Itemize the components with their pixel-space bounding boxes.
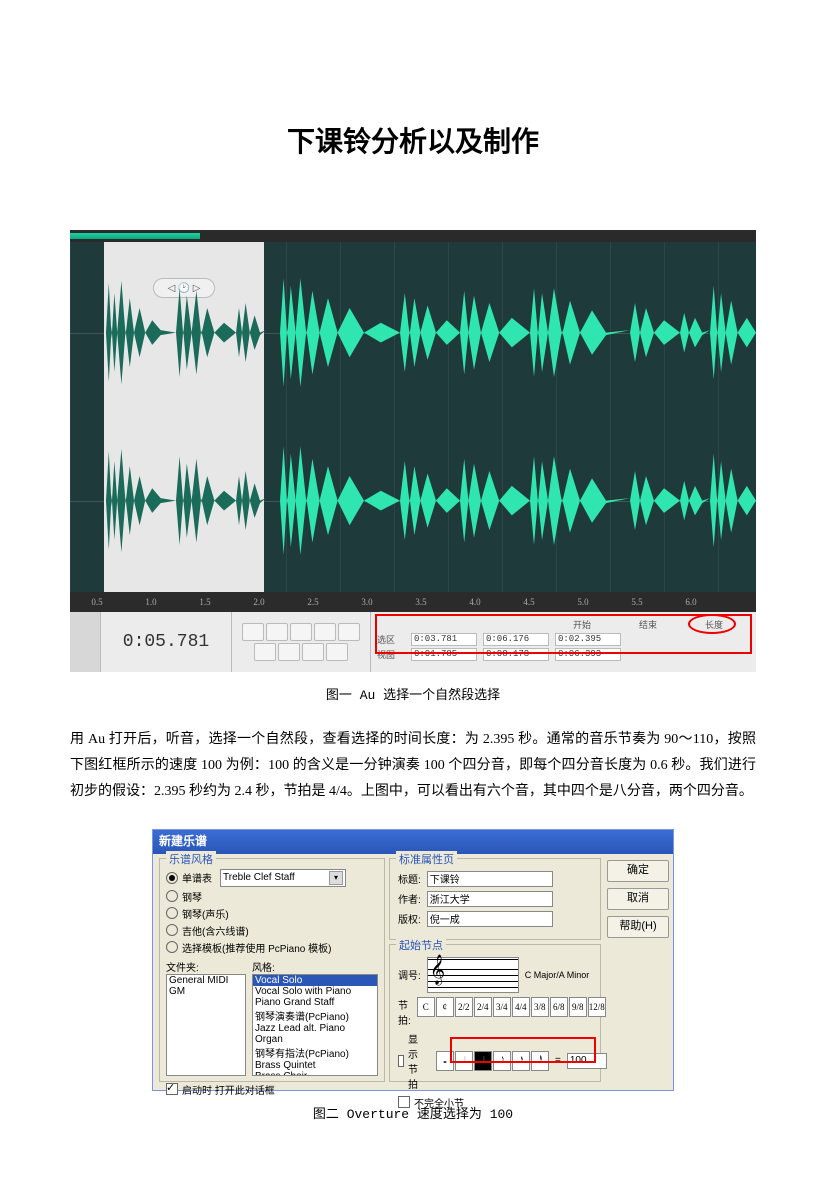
input-author[interactable] <box>427 891 553 907</box>
radio-single-staff-label: 单谱表 <box>182 870 212 885</box>
document-title: 下课铃分析以及制作 <box>70 120 756 160</box>
fig2-red-box <box>450 1037 596 1063</box>
fig1-time-ruler: 0.51.0 1.52.0 2.53.0 3.54.0 4.55.0 5.56.… <box>70 592 756 612</box>
group-key-time-label: 起始节点 <box>396 937 446 953</box>
group-key-time: 起始节点 调号: C Major/A Minor 节拍: C ¢ 2/2 2/4… <box>389 944 601 1082</box>
timesig-option[interactable]: 2/4 <box>474 997 492 1017</box>
fig1-red-circle <box>688 614 736 634</box>
group-score-style: 乐谱风格 单谱表 Treble Clef Staff▾ 钢琴 钢琴(声乐) 吉他… <box>159 858 385 1082</box>
timesig-option[interactable]: ¢ <box>436 997 454 1017</box>
fig1-panel-tab[interactable] <box>70 612 101 672</box>
group-attributes-label: 标准属性页 <box>396 851 457 867</box>
dialog-button-column: 确定 取消 帮助(H) <box>607 860 667 944</box>
group-attributes: 标准属性页 标题: 作者: 版权: <box>389 858 601 940</box>
fig1-selection-panel: 开始 结束 长度 选区 0:03.781 0:06.176 0:02.395 视… <box>371 612 756 672</box>
rewind-button[interactable] <box>254 643 276 661</box>
input-copyright[interactable] <box>427 911 553 927</box>
paragraph-1: 用 Au 打开后，听音，选择一个自然段，查看选择的时间长度：为 2.395 秒。… <box>70 727 756 805</box>
radio-template[interactable] <box>166 941 178 953</box>
timesig-option[interactable]: 2/2 <box>455 997 473 1017</box>
radio-guitar[interactable] <box>166 924 178 936</box>
fig1-time-display: 0:05.781 <box>101 612 232 672</box>
loop-button[interactable] <box>314 623 336 641</box>
timesig-option[interactable]: 12/8 <box>588 997 606 1017</box>
chevron-down-icon: ▾ <box>329 871 343 885</box>
key-staff-preview[interactable] <box>427 957 519 993</box>
cancel-button[interactable]: 取消 <box>607 888 669 910</box>
stop-button[interactable] <box>242 623 264 641</box>
radio-single-staff[interactable] <box>166 872 178 884</box>
key-name: C Major/A Minor <box>525 970 590 980</box>
combo-single-staff[interactable]: Treble Clef Staff▾ <box>220 869 346 887</box>
fig1-top-strip <box>70 230 756 242</box>
radio-piano[interactable] <box>166 890 178 902</box>
group-score-style-label: 乐谱风格 <box>166 851 216 867</box>
input-title[interactable] <box>427 871 553 887</box>
figure-1-caption: 图一 Au 选择一个自然段选择 <box>70 684 756 703</box>
skip-back-button[interactable] <box>338 623 360 641</box>
timesig-option[interactable]: 9/8 <box>569 997 587 1017</box>
record-button[interactable] <box>326 643 348 661</box>
checkbox-open-on-start-label: 启动时 打开此对话框 <box>182 1082 275 1097</box>
listbox-folders[interactable]: General MIDI GM <box>166 974 246 1076</box>
help-button[interactable]: 帮助(H) <box>607 916 669 938</box>
fig1-channel-right <box>70 424 756 578</box>
play-button[interactable] <box>266 623 288 641</box>
fig1-bottom-bar: 0:05.781 开始 结束 长度 <box>70 612 756 672</box>
fig1-channel-left <box>70 256 756 410</box>
timesig-option[interactable]: 3/8 <box>531 997 549 1017</box>
figure-2-overture-dialog: 新建乐谱 乐谱风格 单谱表 Treble Clef Staff▾ 钢琴 钢琴(声… <box>152 829 674 1091</box>
timesig-option[interactable]: 6/8 <box>550 997 568 1017</box>
checkbox-show-timesig[interactable] <box>398 1055 404 1067</box>
checkbox-pickup[interactable] <box>398 1096 410 1108</box>
skip-fwd-button[interactable] <box>302 643 324 661</box>
ok-button[interactable]: 确定 <box>607 860 669 882</box>
radio-piano-vocal[interactable] <box>166 907 178 919</box>
figure-1-audition: ◁ 🕑 ▷ <box>70 230 756 672</box>
pause-button[interactable] <box>290 623 312 641</box>
fig1-waveform-area: ◁ 🕑 ▷ <box>70 242 756 592</box>
fig1-transport <box>232 612 371 672</box>
listbox-styles[interactable]: Vocal Solo Vocal Solo with Piano Piano G… <box>252 974 378 1076</box>
checkbox-open-on-start[interactable] <box>166 1083 178 1095</box>
timesig-option[interactable]: C <box>417 997 435 1017</box>
timesig-option[interactable]: 3/4 <box>493 997 511 1017</box>
timesig-option[interactable]: 4/4 <box>512 997 530 1017</box>
label-files: 文件夹: <box>166 959 246 974</box>
forward-button[interactable] <box>278 643 300 661</box>
label-styles: 风格: <box>252 959 378 974</box>
